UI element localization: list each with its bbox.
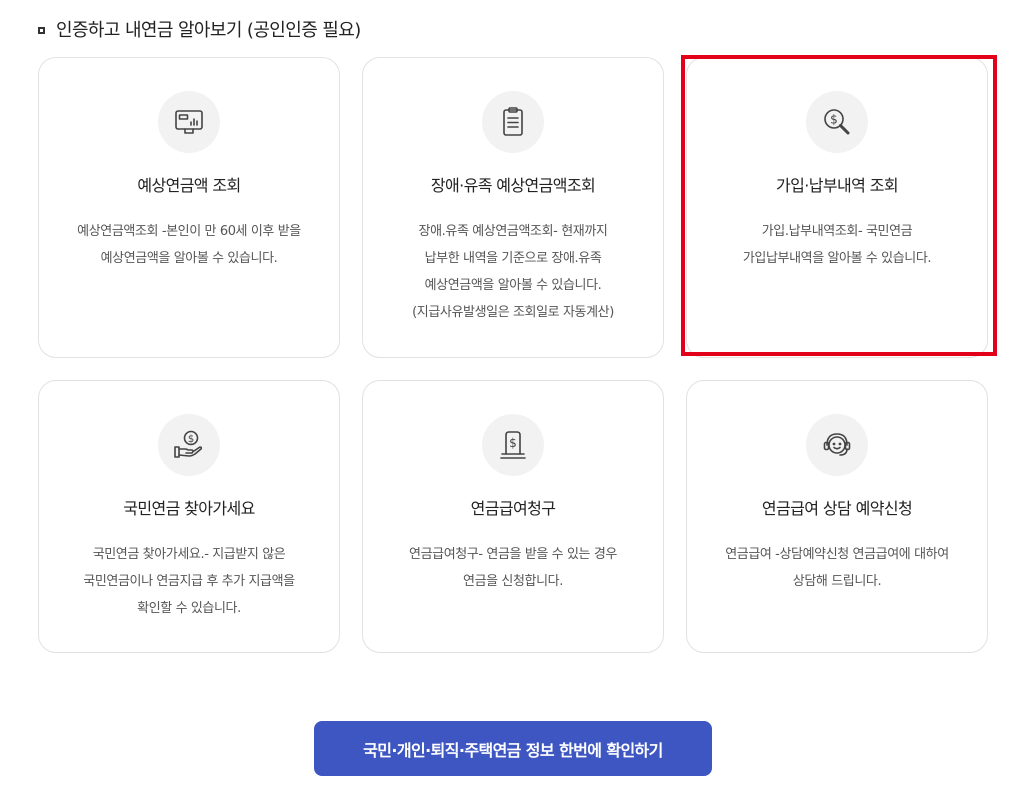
section-title: 인증하고 내연금 알아보기 (공인인증 필요) xyxy=(56,20,361,41)
card-desc-line: 국민연금 찾아가세요.- 지급받지 않은 xyxy=(92,547,286,562)
card-description: 연금급여청구- 연금을 받을 수 있는 경우 연금을 신청합니다. xyxy=(377,541,649,595)
card-find-national-pension[interactable]: $ 국민연금 찾아가세요 국민연금 찾아가세요.- 지급받지 않은 국민연금이나… xyxy=(38,380,340,653)
card-disability-survivor-pension[interactable]: 장애·유족 예상연금액조회 장애.유족 예상연금액조회- 현재까지 납부한 내역… xyxy=(362,57,664,358)
card-description: 국민연금 찾아가세요.- 지급받지 않은 국민연금이나 연금지급 후 추가 지급… xyxy=(53,541,325,622)
card-desc-line: 예상연금액조회 -본인이 만 60세 이후 받을 xyxy=(77,224,301,239)
card-desc-line: 예상연금액을 알아볼 수 있습니다. xyxy=(100,251,278,266)
svg-text:$: $ xyxy=(188,434,194,445)
card-pension-consultation-booking[interactable]: 연금급여 상담 예약신청 연금급여 -상담예약신청 연금급여에 대하여 상담해 … xyxy=(686,380,988,653)
card-description: 가입.납부내역조회- 국민연금 가입납부내역을 알아볼 수 있습니다. xyxy=(701,218,973,272)
bullet-square-icon xyxy=(38,26,45,34)
svg-text:$: $ xyxy=(830,113,838,127)
card-title: 연금급여청구 xyxy=(470,499,556,518)
card-title: 연금급여 상담 예약신청 xyxy=(761,499,913,518)
card-description: 예상연금액조회 -본인이 만 60세 이후 받을 예상연금액을 알아볼 수 있습… xyxy=(53,218,325,272)
dollar-search-icon: $ xyxy=(806,91,868,153)
card-desc-line: 연금을 신청합니다. xyxy=(463,574,563,589)
card-description: 연금급여 -상담예약신청 연금급여에 대하여 상담해 드립니다. xyxy=(701,541,973,595)
card-title: 장애·유족 예상연금액조회 xyxy=(430,176,596,195)
card-desc-line: 국민연금이나 연금지급 후 추가 지급액을 xyxy=(83,574,295,589)
card-pension-benefit-claim[interactable]: $ 연금급여청구 연금급여청구- 연금을 받을 수 있는 경우 연금을 신청합니… xyxy=(362,380,664,653)
card-desc-line: 상담해 드립니다. xyxy=(792,574,882,589)
card-subscription-payment-history[interactable]: $ 가입·납부내역 조회 가입.납부내역조회- 국민연금 가입납부내역을 알아볼… xyxy=(686,57,988,358)
hand-coin-icon: $ xyxy=(158,414,220,476)
card-desc-line: 가입납부내역을 알아볼 수 있습니다. xyxy=(742,251,932,266)
card-title: 가입·납부내역 조회 xyxy=(776,176,899,195)
headset-icon xyxy=(806,414,868,476)
card-desc-line: 연금급여청구- 연금을 받을 수 있는 경우 xyxy=(409,547,617,562)
dollar-document-icon: $ xyxy=(482,414,544,476)
card-desc-line: 납부한 내역을 기준으로 장애.유족 xyxy=(424,251,602,266)
card-desc-line: 확인할 수 있습니다. xyxy=(137,601,241,616)
card-title: 국민연금 찾아가세요 xyxy=(123,499,255,518)
card-description: 장애.유족 예상연금액조회- 현재까지 납부한 내역을 기준으로 장애.유족 예… xyxy=(377,218,649,326)
card-desc-line: 가입.납부내역조회- 국민연금 xyxy=(761,224,913,239)
card-expected-pension[interactable]: 예상연금액 조회 예상연금액조회 -본인이 만 60세 이후 받을 예상연금액을… xyxy=(38,57,340,358)
card-desc-line: (지급사유발생일은 조회일로 자동계산) xyxy=(412,305,614,320)
card-desc-line: 예상연금액을 알아볼 수 있습니다. xyxy=(424,278,602,293)
svg-text:$: $ xyxy=(509,436,517,450)
section-header: 인증하고 내연금 알아보기 (공인인증 필요) xyxy=(38,16,361,42)
clipboard-icon xyxy=(482,91,544,153)
card-desc-line: 연금급여 -상담예약신청 연금급여에 대하여 xyxy=(725,547,949,562)
monitor-chart-icon xyxy=(158,91,220,153)
check-all-pension-info-button[interactable]: 국민·개인·퇴직·주택연금 정보 한번에 확인하기 xyxy=(314,721,712,776)
card-desc-line: 장애.유족 예상연금액조회- 현재까지 xyxy=(418,224,608,239)
card-title: 예상연금액 조회 xyxy=(137,176,241,195)
